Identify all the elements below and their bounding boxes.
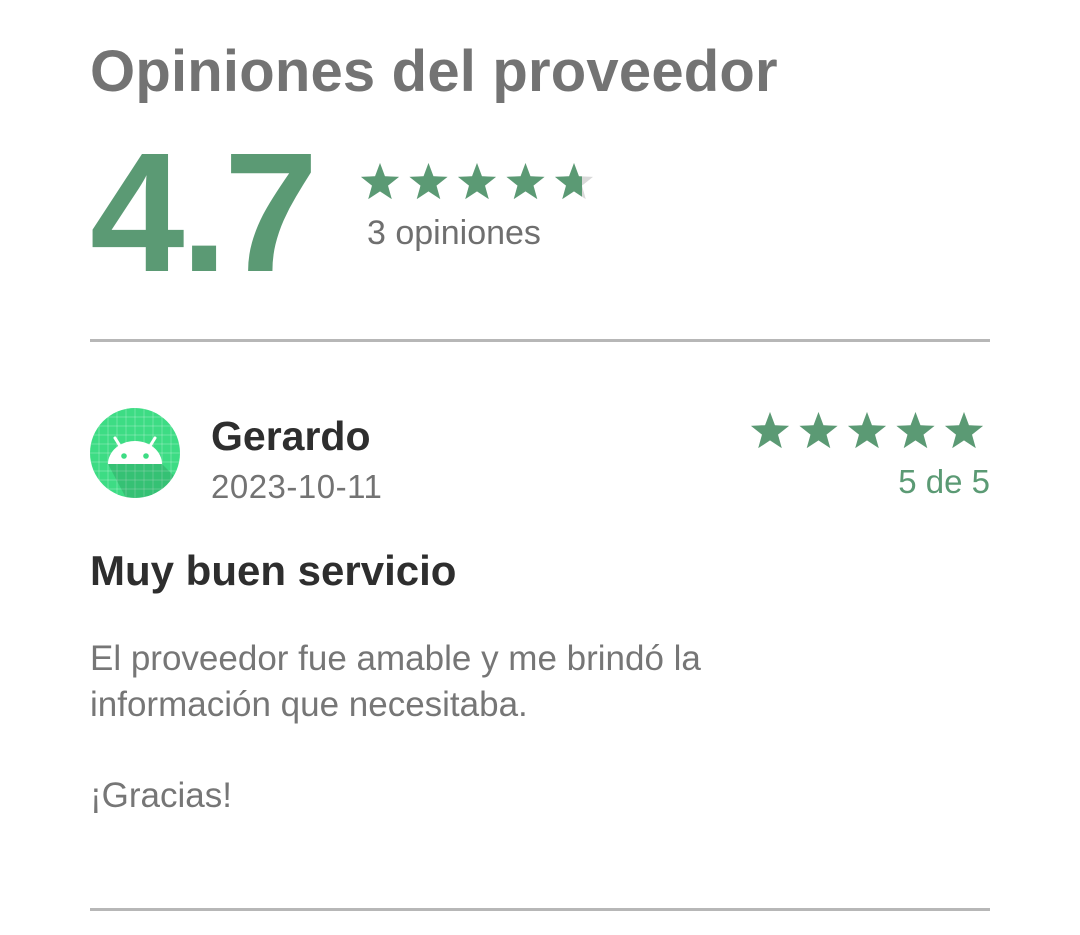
reviewer-name: Gerardo [211,413,371,459]
review-star-rating [750,409,990,453]
star-icon [847,412,887,449]
android-icon [90,408,180,498]
star-icon [799,412,838,449]
page-title: Opiniones del proveedor [90,39,778,104]
review-date: 2023-10-11 [211,468,383,505]
star-icon [944,412,984,449]
review-count: 3 opiniones [367,214,541,252]
review-score: 5 de 5 [898,463,990,500]
star-icon [360,163,400,200]
star-icon [554,163,594,200]
star-icon [457,163,497,200]
review-body: El proveedor fue amable y me brindó la i… [90,639,701,724]
summary-stars-graphic [360,163,594,200]
star-icon [506,163,545,200]
summary-star-rating [360,161,600,203]
divider [90,339,990,342]
star-icon [409,163,448,200]
review-title: Muy buen servicio [90,547,457,594]
review-closing: ¡Gracias! [90,776,232,815]
review-stars-graphic [750,412,984,449]
reviewer-avatar [90,408,180,498]
star-icon [896,412,935,449]
average-rating: 4.7 [90,118,318,308]
star-icon [750,412,790,449]
divider [90,908,990,911]
provider-reviews-page: Opiniones del proveedor 4.7 3 opiniones [90,0,990,935]
